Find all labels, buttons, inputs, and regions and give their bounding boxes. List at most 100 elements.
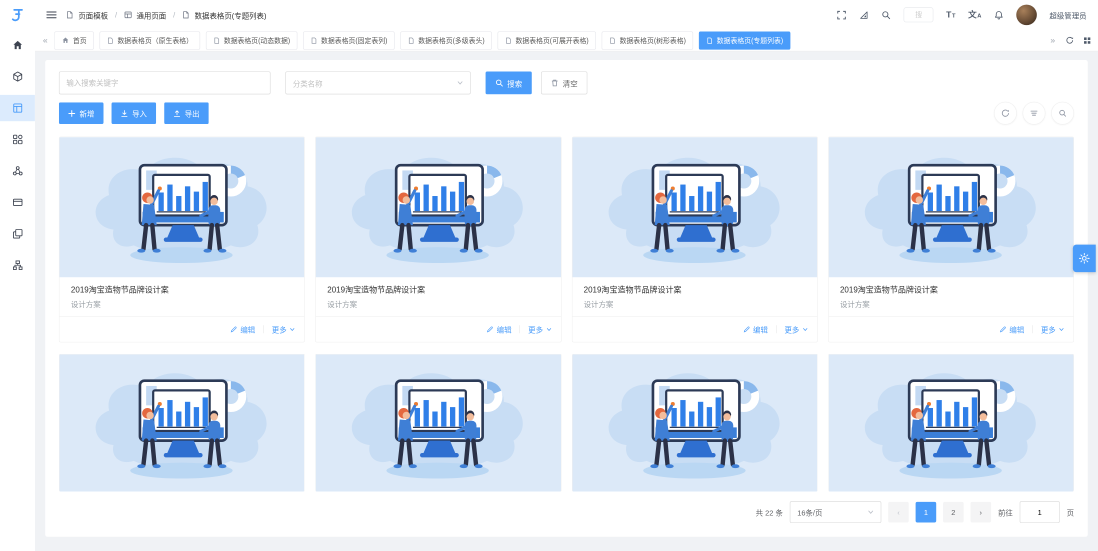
- pencil-icon: [230, 326, 237, 333]
- divider: [1032, 325, 1033, 333]
- page-button-2[interactable]: 2: [943, 502, 964, 523]
- file-icon: [311, 37, 318, 44]
- divider: [263, 325, 264, 333]
- clear-button[interactable]: 清空: [541, 71, 587, 94]
- sidebar-item-org[interactable]: [0, 252, 35, 278]
- tab-datagrid-expandable[interactable]: 数据表格页(可展开表格): [498, 31, 596, 49]
- refresh-tab-icon[interactable]: [1065, 36, 1074, 45]
- page-size-select[interactable]: 16条/页: [790, 501, 882, 523]
- topic-card[interactable]: [315, 354, 561, 492]
- file-icon: [182, 11, 190, 19]
- tab-datagrid-topic-list[interactable]: 数据表格页(专题列表): [699, 31, 791, 49]
- card-illustration: [59, 354, 304, 491]
- export-button-label: 导出: [185, 108, 200, 119]
- page-button-1[interactable]: 1: [916, 502, 937, 523]
- refresh-icon[interactable]: [994, 102, 1017, 125]
- chevron-down-icon: [546, 327, 552, 331]
- theme-settings-button[interactable]: [1073, 245, 1096, 272]
- setsquare-icon[interactable]: [859, 10, 869, 20]
- category-select[interactable]: 分类名称: [285, 71, 470, 94]
- breadcrumb-item[interactable]: 通用页面: [136, 9, 166, 20]
- font-size-sub: T: [952, 13, 955, 19]
- user-name[interactable]: 超级管理员: [1049, 9, 1086, 20]
- tab-datagrid-native[interactable]: 数据表格页（原生表格）: [100, 31, 201, 49]
- more-button[interactable]: 更多: [784, 324, 807, 335]
- tab-label: 首页: [73, 35, 87, 45]
- prev-page-button[interactable]: ‹: [888, 502, 909, 523]
- tab-datagrid-multi-header[interactable]: 数据表格页(多级表头): [401, 31, 493, 49]
- scroll-tabs-left-icon[interactable]: «: [42, 35, 49, 45]
- translate-main: 文: [968, 11, 977, 20]
- search-button[interactable]: 搜索: [486, 71, 532, 94]
- import-icon: [121, 109, 128, 116]
- tab-label: 数据表格页（原生表格）: [117, 35, 192, 45]
- more-button[interactable]: 更多: [272, 324, 295, 335]
- goto-page-input[interactable]: [1020, 501, 1060, 523]
- card-illustration: [316, 137, 561, 277]
- zoom-icon[interactable]: [1051, 102, 1074, 125]
- topic-card[interactable]: [572, 354, 818, 492]
- file-icon: [408, 37, 415, 44]
- logo-icon: [9, 6, 26, 23]
- edit-label: 编辑: [497, 324, 512, 335]
- more-label: 更多: [272, 324, 287, 335]
- topic-card[interactable]: [59, 354, 305, 492]
- quick-search-input[interactable]: [904, 7, 934, 22]
- export-icon: [173, 109, 180, 116]
- sidebar-item-components[interactable]: [0, 63, 35, 89]
- sidebar-item-page-templates[interactable]: [0, 95, 35, 121]
- card-illustration: [59, 137, 304, 277]
- tab-bar: « 首页 数据表格页（原生表格） 数据表格页(动态数据) 数据表格页(固定表列)…: [35, 30, 1098, 52]
- font-size-icon[interactable]: TT: [946, 11, 955, 20]
- tab-datagrid-dynamic[interactable]: 数据表格页(动态数据): [206, 31, 298, 49]
- keyword-search-input[interactable]: [59, 71, 271, 94]
- scroll-tabs-right-icon[interactable]: »: [1049, 35, 1056, 45]
- home-icon: [62, 37, 69, 44]
- page-size-value: 16条/页: [797, 507, 822, 518]
- edit-button[interactable]: 编辑: [230, 324, 255, 335]
- density-icon[interactable]: [1023, 102, 1046, 125]
- edit-button[interactable]: 编辑: [486, 324, 511, 335]
- tab-datagrid-tree[interactable]: 数据表格页(树形表格): [602, 31, 694, 49]
- more-button[interactable]: 更多: [528, 324, 551, 335]
- copy-pages-icon: [12, 228, 23, 239]
- topic-card[interactable]: 2019淘宝造物节品牌设计案 设计方案 编辑 更多: [315, 137, 561, 343]
- breadcrumb: 页面模板 / 通用页面 / 数据表格页(专题列表): [66, 9, 267, 20]
- clear-button-label: 清空: [563, 77, 578, 88]
- topic-card[interactable]: [828, 354, 1074, 492]
- pencil-icon: [486, 326, 493, 333]
- fullscreen-icon[interactable]: [837, 10, 847, 20]
- export-button[interactable]: 导出: [164, 102, 209, 124]
- import-button-label: 导入: [132, 108, 147, 119]
- sidebar-item-dashboard[interactable]: [0, 126, 35, 152]
- edit-button[interactable]: 编辑: [999, 324, 1024, 335]
- search-icon[interactable]: [882, 10, 892, 20]
- sidebar-item-home[interactable]: [0, 32, 35, 58]
- search-button-label: 搜索: [507, 77, 522, 88]
- more-button[interactable]: 更多: [1041, 324, 1064, 335]
- sidebar-item-pages[interactable]: [0, 221, 35, 247]
- topic-card[interactable]: 2019淘宝造物节品牌设计案 设计方案 编辑 更多: [828, 137, 1074, 343]
- org-tree-icon: [12, 260, 23, 271]
- breadcrumb-item[interactable]: 页面模板: [78, 9, 108, 20]
- edit-button[interactable]: 编辑: [743, 324, 768, 335]
- content-area: 分类名称 搜索 清空 新增 导入: [35, 51, 1098, 551]
- topic-card[interactable]: 2019淘宝造物节品牌设计案 设计方案 编辑 更多: [572, 137, 818, 343]
- translate-icon[interactable]: 文A: [968, 11, 981, 20]
- menu-collapse-icon[interactable]: [46, 10, 56, 19]
- card-footer: 编辑 更多: [316, 316, 561, 342]
- sidebar-item-cards[interactable]: [0, 189, 35, 215]
- next-page-button[interactable]: ›: [970, 502, 991, 523]
- more-label: 更多: [784, 324, 799, 335]
- app-logo[interactable]: [0, 0, 35, 30]
- add-button[interactable]: 新增: [59, 102, 104, 124]
- card-subtitle: 设计方案: [572, 296, 817, 317]
- tab-home[interactable]: 首页: [55, 31, 94, 49]
- topic-card[interactable]: 2019淘宝造物节品牌设计案 设计方案 编辑 更多: [59, 137, 305, 343]
- sidebar-item-system[interactable]: [0, 158, 35, 184]
- tab-datagrid-fixed-columns[interactable]: 数据表格页(固定表列): [303, 31, 395, 49]
- user-avatar[interactable]: [1016, 5, 1037, 26]
- tab-layout-grid-icon[interactable]: [1083, 36, 1091, 44]
- import-button[interactable]: 导入: [112, 102, 157, 124]
- bell-icon[interactable]: [994, 10, 1004, 20]
